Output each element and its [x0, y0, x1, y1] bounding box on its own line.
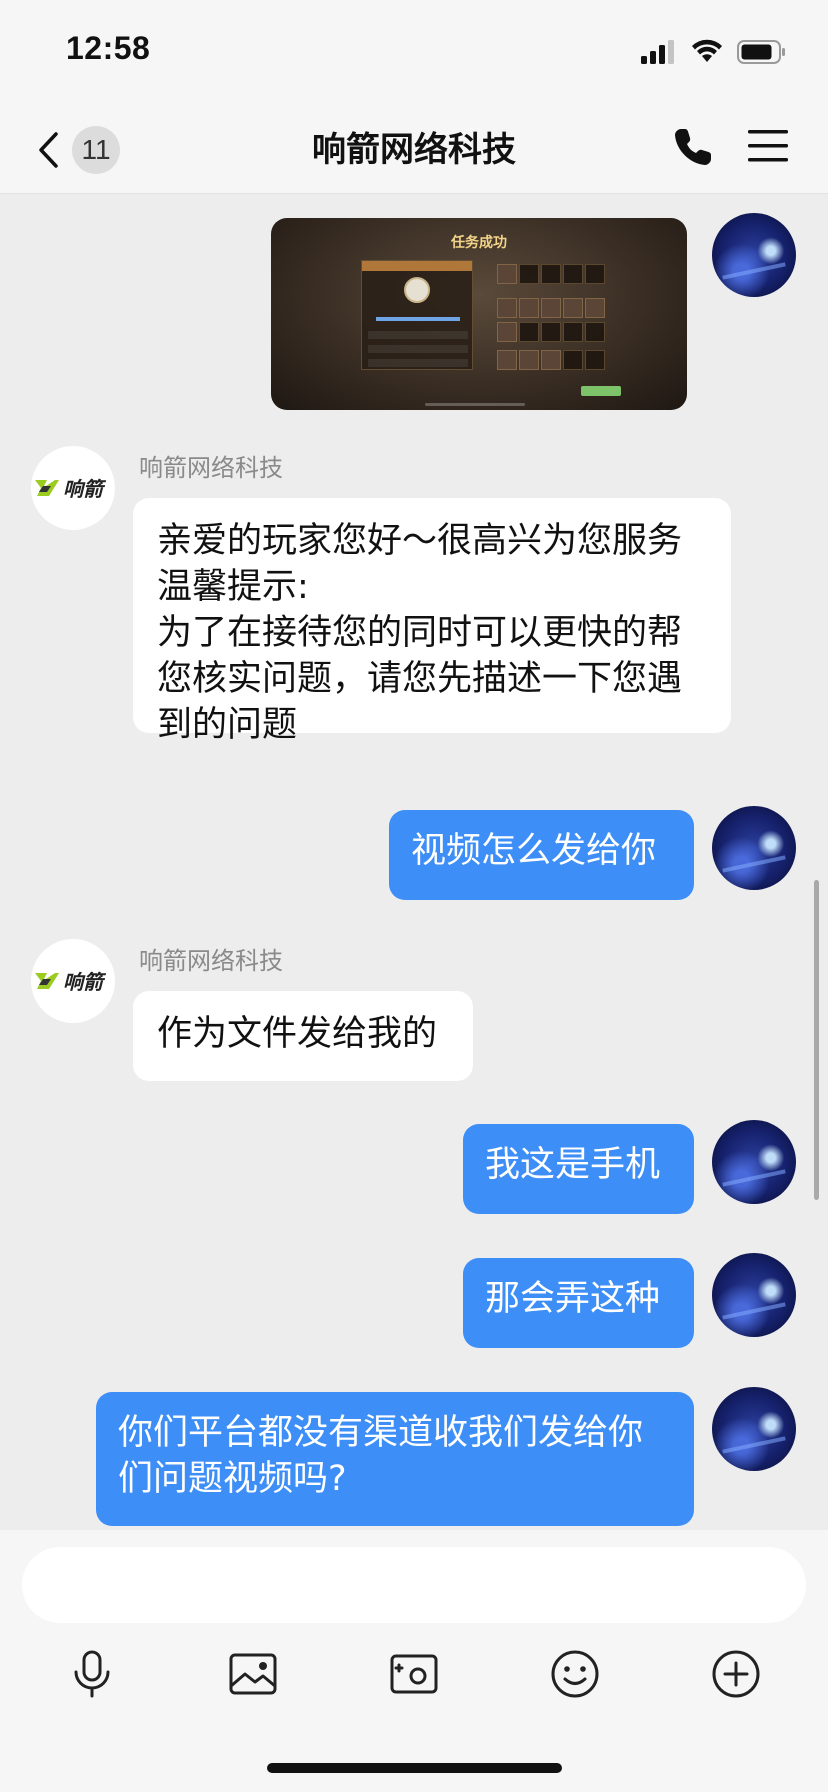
battery-icon: [737, 40, 785, 64]
cellular-signal-icon: [641, 40, 674, 64]
message-bubble-incoming[interactable]: 亲爱的玩家您好～很高兴为您服务 温馨提示: 为了在接待您的同时可以更快的帮您核实…: [133, 498, 731, 745]
status-bar: 12:58: [0, 0, 828, 100]
user-avatar[interactable]: [712, 213, 796, 297]
camera-icon[interactable]: [386, 1646, 442, 1702]
message-text: 你们平台都没有渠道收我们发给你们问题视频吗?: [118, 1413, 644, 1499]
brand-logo-text: 响箭: [63, 970, 107, 994]
image-reward-grid: [497, 260, 607, 370]
user-avatar[interactable]: [712, 806, 796, 890]
chat-messages[interactable]: 任务成功 响箭 响箭网络科技 亲爱的玩家您好～很高兴为您服务 温馨提示: 为了在…: [0, 195, 828, 1530]
user-avatar[interactable]: [712, 1387, 796, 1471]
message-bubble-outgoing[interactable]: 你们平台都没有渠道收我们发给你们问题视频吗?: [96, 1392, 694, 1526]
agent-avatar[interactable]: 响箭: [31, 446, 115, 530]
sender-name: 响箭网络科技: [139, 454, 283, 482]
message-text: 作为文件发给我的: [157, 1014, 438, 1054]
image-detail-panel: [361, 260, 473, 370]
user-avatar[interactable]: [712, 1120, 796, 1204]
menu-icon[interactable]: [748, 128, 788, 164]
message-bubble-outgoing[interactable]: 我这是手机: [463, 1124, 694, 1214]
sender-name: 响箭网络科技: [139, 947, 283, 975]
input-bar: [0, 1530, 828, 1792]
user-avatar[interactable]: [712, 1253, 796, 1337]
message-bubble-outgoing[interactable]: 视频怎么发给你: [389, 810, 694, 900]
message-bubble-incoming[interactable]: 作为文件发给我的: [133, 991, 473, 1081]
brand-logo-icon: 响箭: [35, 477, 107, 501]
message-bubble-outgoing[interactable]: 那会弄这种: [463, 1258, 694, 1348]
message-text: 我这是手机: [485, 1145, 661, 1185]
brand-logo-icon: 响箭: [35, 970, 107, 994]
image-message[interactable]: 任务成功: [271, 218, 687, 410]
nav-bar: 11 响箭网络科技: [0, 100, 828, 194]
wifi-icon: [692, 39, 722, 62]
microphone-icon[interactable]: [64, 1646, 120, 1702]
scrollbar[interactable]: [814, 880, 819, 1200]
agent-avatar[interactable]: 响箭: [31, 939, 115, 1023]
home-indicator: [267, 1763, 562, 1773]
message-text: 那会弄这种: [485, 1279, 661, 1319]
brand-logo-text: 响箭: [63, 477, 107, 501]
image-message-title: 任务成功: [451, 235, 507, 251]
emoji-icon[interactable]: [547, 1646, 603, 1702]
image-icon[interactable]: [225, 1646, 281, 1702]
status-time: 12:58: [66, 30, 151, 66]
message-input[interactable]: [22, 1547, 806, 1623]
phone-call-icon[interactable]: [672, 126, 714, 168]
plus-icon[interactable]: [708, 1646, 764, 1702]
message-text: 视频怎么发给你: [411, 831, 657, 871]
message-text: 亲爱的玩家您好～很高兴为您服务 温馨提示: 为了在接待您的同时可以更快的帮您核实…: [157, 521, 683, 745]
